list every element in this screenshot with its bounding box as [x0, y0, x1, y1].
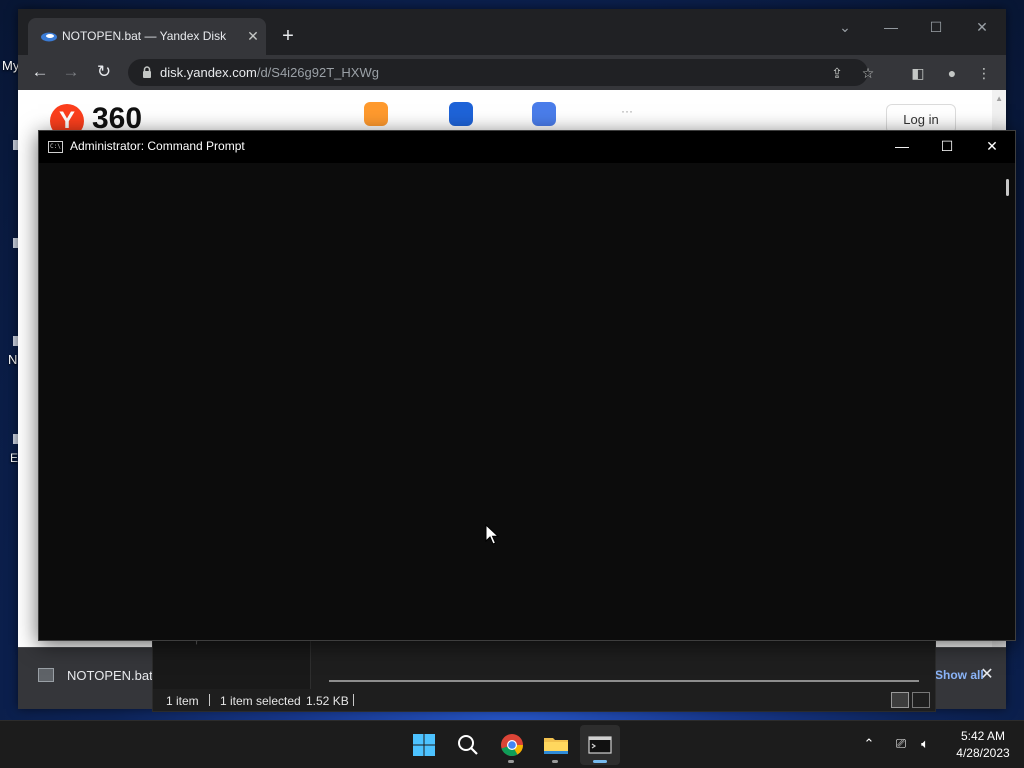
cmd-window-title: Administrator: Command Prompt — [70, 139, 245, 153]
mail-app-icon[interactable] — [364, 102, 388, 126]
mouse-pointer-icon — [485, 524, 499, 545]
side-panel-icon[interactable]: ◧ — [908, 63, 928, 83]
item-count: 1 item — [166, 694, 199, 708]
tiles-view-button[interactable] — [912, 692, 930, 708]
command-prompt-taskbar-button[interactable] — [580, 725, 620, 765]
folder-icon — [544, 738, 568, 754]
back-button[interactable]: ← — [28, 60, 52, 84]
maximize-button[interactable]: ☐ — [924, 131, 970, 161]
maximize-button[interactable]: ☐ — [921, 17, 951, 37]
scrollbar-thumb[interactable] — [1006, 179, 1009, 196]
reload-button[interactable]: ↻ — [92, 60, 116, 84]
close-icon[interactable]: ✕ — [244, 27, 262, 45]
star-icon[interactable]: ☆ — [858, 63, 878, 83]
cmd-scrollbar[interactable] — [1001, 163, 1015, 640]
details-view-button[interactable] — [891, 692, 909, 708]
download-filename[interactable]: NOTOPEN.bat — [67, 668, 153, 683]
status-divider — [353, 694, 354, 706]
chevron-up-icon[interactable]: ⌃ — [860, 735, 878, 753]
chevron-down-icon[interactable]: ⌄ — [830, 17, 860, 37]
cmd-titlebar[interactable]: C:\ Administrator: Command Prompt — ☐ ✕ — [39, 131, 1015, 163]
tab-title: NOTOPEN.bat — Yandex Disk — [62, 29, 227, 43]
desktop-icon-label[interactable]: N — [8, 352, 17, 367]
desktop-icon-label[interactable]: My — [2, 58, 19, 73]
selection-count: 1 item selected — [220, 694, 301, 708]
close-icon[interactable]: ✕ — [976, 664, 998, 686]
profile-icon[interactable]: ● — [942, 63, 962, 83]
desktop-icon-label[interactable]: E — [10, 451, 18, 465]
lock-icon[interactable] — [140, 65, 154, 79]
forward-button[interactable]: → — [59, 60, 83, 84]
bat-file-icon[interactable] — [38, 668, 54, 682]
scroll-up-icon[interactable]: ▲ — [995, 94, 1003, 103]
volume-icon[interactable]: 🔈︎ — [916, 735, 934, 753]
menu-icon[interactable]: ⋮ — [974, 63, 994, 83]
network-icon[interactable]: ⎚ — [892, 735, 910, 753]
minimize-button[interactable]: — — [879, 131, 925, 161]
command-prompt-window: C:\ Administrator: Command Prompt — ☐ ✕ — [38, 130, 1016, 641]
selection-size: 1.52 KB — [306, 694, 349, 708]
address-bar[interactable]: disk.yandex.com/d/S4i26g92T_HXWg ⇪ ☆ — [128, 59, 874, 86]
running-indicator — [552, 760, 558, 763]
url-text[interactable]: disk.yandex.com/d/S4i26g92T_HXWg — [160, 65, 379, 80]
more-apps-icon[interactable]: ··· — [621, 104, 633, 118]
yandex-disk-icon — [41, 32, 57, 42]
status-divider — [209, 694, 210, 706]
search-icon — [458, 735, 478, 755]
clock-time[interactable]: 5:42 AM — [948, 729, 1018, 743]
url-path: /d/S4i26g92T_HXWg — [256, 65, 379, 80]
start-button[interactable] — [404, 725, 444, 765]
active-indicator — [593, 760, 607, 763]
minimize-button[interactable]: — — [876, 17, 906, 37]
disk-app-icon[interactable] — [449, 102, 473, 126]
browser-toolbar: ← → ↻ disk.yandex.com/d/S4i26g92T_HXWg ⇪… — [18, 55, 1006, 90]
running-indicator — [508, 760, 514, 763]
close-button[interactable]: ✕ — [969, 131, 1015, 161]
file-explorer-window: ⚲ 1 item 1 item selected 1.52 KB — [152, 632, 936, 712]
share-icon[interactable]: ⇪ — [827, 63, 847, 83]
console-output-area[interactable] — [39, 163, 1001, 640]
chrome-taskbar-button[interactable] — [492, 725, 532, 765]
file-explorer-taskbar-button[interactable] — [536, 725, 576, 765]
new-tab-button[interactable]: + — [276, 25, 300, 49]
search-button[interactable] — [448, 725, 488, 765]
navigation-pane[interactable]: ⚲ — [153, 633, 311, 689]
chrome-icon — [501, 734, 523, 757]
terminal-icon — [588, 736, 612, 754]
url-host: disk.yandex.com — [160, 65, 257, 80]
clock-date[interactable]: 4/28/2023 — [943, 746, 1023, 760]
close-button[interactable]: ✕ — [967, 17, 997, 37]
docs-app-icon[interactable] — [532, 102, 556, 126]
taskbar: ⌃ ⎚ 🔈︎ 5:42 AM 4/28/2023 — [0, 720, 1024, 768]
browser-tab[interactable]: NOTOPEN.bat — Yandex Disk ✕ — [28, 18, 266, 55]
progress-track — [329, 680, 919, 682]
windows-logo-icon — [413, 734, 435, 756]
cmd-app-icon: C:\ — [48, 141, 63, 153]
